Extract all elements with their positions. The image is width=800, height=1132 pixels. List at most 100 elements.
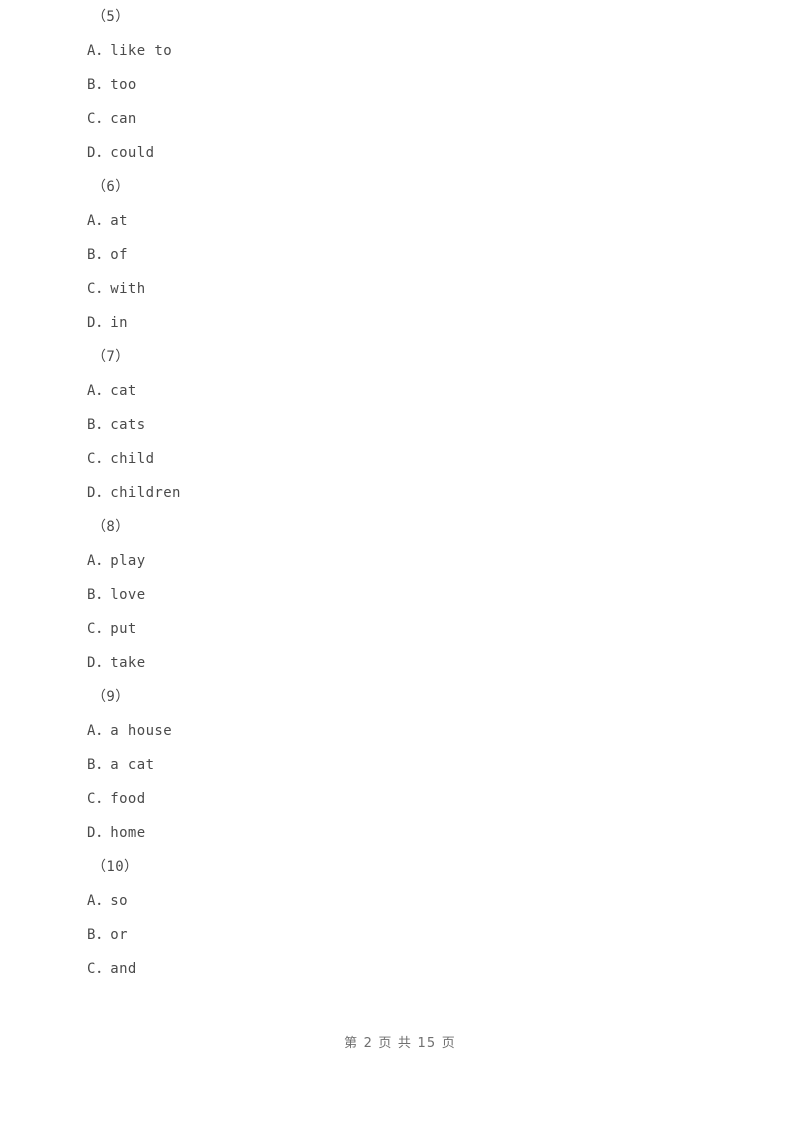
option-separator: ． (95, 485, 111, 501)
option-separator: ． (95, 247, 111, 263)
option-letter: C (87, 281, 96, 297)
question-group: （10） A．so B．or C．and (0, 850, 800, 986)
option-text: put (110, 621, 137, 637)
option-text: take (110, 655, 146, 671)
option-letter: A (87, 383, 96, 399)
option-letter: A (87, 213, 96, 229)
option-row[interactable]: A．a house (0, 714, 800, 748)
option-text: with (110, 281, 146, 297)
question-group: （6） A．at B．of C．with D．in (0, 170, 800, 340)
question-number: （7） (92, 349, 130, 365)
option-letter: A (87, 893, 96, 909)
option-separator: ． (95, 553, 111, 569)
option-row[interactable]: C．and (0, 952, 800, 986)
option-separator: ． (95, 43, 111, 59)
option-text: too (110, 77, 137, 93)
option-text: like to (110, 43, 173, 59)
option-text: food (110, 791, 146, 807)
option-row[interactable]: A．play (0, 544, 800, 578)
option-row[interactable]: D．home (0, 816, 800, 850)
option-row[interactable]: A．cat (0, 374, 800, 408)
option-row[interactable]: C．can (0, 102, 800, 136)
option-text: could (110, 145, 155, 161)
option-text: of (110, 247, 128, 263)
option-row[interactable]: A．at (0, 204, 800, 238)
option-row[interactable]: B．or (0, 918, 800, 952)
option-separator: ． (95, 281, 111, 297)
option-letter: D (87, 485, 96, 501)
option-text: a cat (110, 757, 155, 773)
option-row[interactable]: C．with (0, 272, 800, 306)
question-number: （5） (92, 9, 130, 25)
option-letter: C (87, 791, 96, 807)
option-text: can (110, 111, 137, 127)
option-text: cats (110, 417, 146, 433)
option-letter: A (87, 43, 96, 59)
option-row[interactable]: A．like to (0, 34, 800, 68)
option-separator: ． (95, 927, 111, 943)
option-separator: ． (95, 213, 111, 229)
question-number: （9） (92, 689, 130, 705)
option-text: children (110, 485, 181, 501)
option-text: at (110, 213, 128, 229)
option-text: cat (110, 383, 137, 399)
option-separator: ． (95, 961, 111, 977)
option-letter: B (87, 757, 96, 773)
option-letter: A (87, 723, 96, 739)
option-separator: ． (95, 825, 111, 841)
option-separator: ． (95, 111, 111, 127)
option-separator: ． (95, 893, 111, 909)
option-separator: ． (95, 417, 111, 433)
question-number: （6） (92, 179, 130, 195)
option-text: and (110, 961, 137, 977)
option-separator: ． (95, 757, 111, 773)
option-separator: ． (95, 451, 111, 467)
option-separator: ． (95, 383, 111, 399)
option-letter: B (87, 587, 96, 603)
option-row[interactable]: D．could (0, 136, 800, 170)
question-group: （8） A．play B．love C．put D．take (0, 510, 800, 680)
option-letter: C (87, 621, 96, 637)
option-text: play (110, 553, 146, 569)
option-letter: B (87, 417, 96, 433)
option-text: so (110, 893, 128, 909)
question-number: （10） (92, 859, 139, 875)
option-row[interactable]: D．in (0, 306, 800, 340)
option-row[interactable]: B．love (0, 578, 800, 612)
option-letter: D (87, 825, 96, 841)
option-letter: B (87, 77, 96, 93)
option-letter: D (87, 145, 96, 161)
question-group: （5） A．like to B．too C．can D．could (0, 0, 800, 170)
option-text: home (110, 825, 146, 841)
option-separator: ． (95, 791, 111, 807)
option-row[interactable]: B．a cat (0, 748, 800, 782)
question-list: （5） A．like to B．too C．can D．could （6） A．at B．of… (0, 0, 800, 986)
option-row[interactable]: A．so (0, 884, 800, 918)
option-letter: B (87, 927, 96, 943)
option-row[interactable]: D．take (0, 646, 800, 680)
option-letter: C (87, 961, 96, 977)
option-letter: D (87, 655, 96, 671)
option-separator: ． (95, 587, 111, 603)
option-separator: ． (95, 315, 111, 331)
option-row[interactable]: B．too (0, 68, 800, 102)
option-row[interactable]: C．put (0, 612, 800, 646)
option-letter: C (87, 451, 96, 467)
option-letter: A (87, 553, 96, 569)
option-row[interactable]: C．food (0, 782, 800, 816)
document-page: （5） A．like to B．too C．can D．could （6） A．at B．of… (0, 0, 800, 1132)
option-separator: ． (95, 77, 111, 93)
option-separator: ． (95, 145, 111, 161)
option-text: a house (110, 723, 173, 739)
option-letter: D (87, 315, 96, 331)
option-row[interactable]: B．of (0, 238, 800, 272)
option-text: child (110, 451, 155, 467)
question-group: （7） A．cat B．cats C．child D．children (0, 340, 800, 510)
option-row[interactable]: D．children (0, 476, 800, 510)
option-row[interactable]: C．child (0, 442, 800, 476)
option-letter: B (87, 247, 96, 263)
option-text: love (110, 587, 146, 603)
option-separator: ． (95, 723, 111, 739)
option-row[interactable]: B．cats (0, 408, 800, 442)
option-text: in (110, 315, 128, 331)
